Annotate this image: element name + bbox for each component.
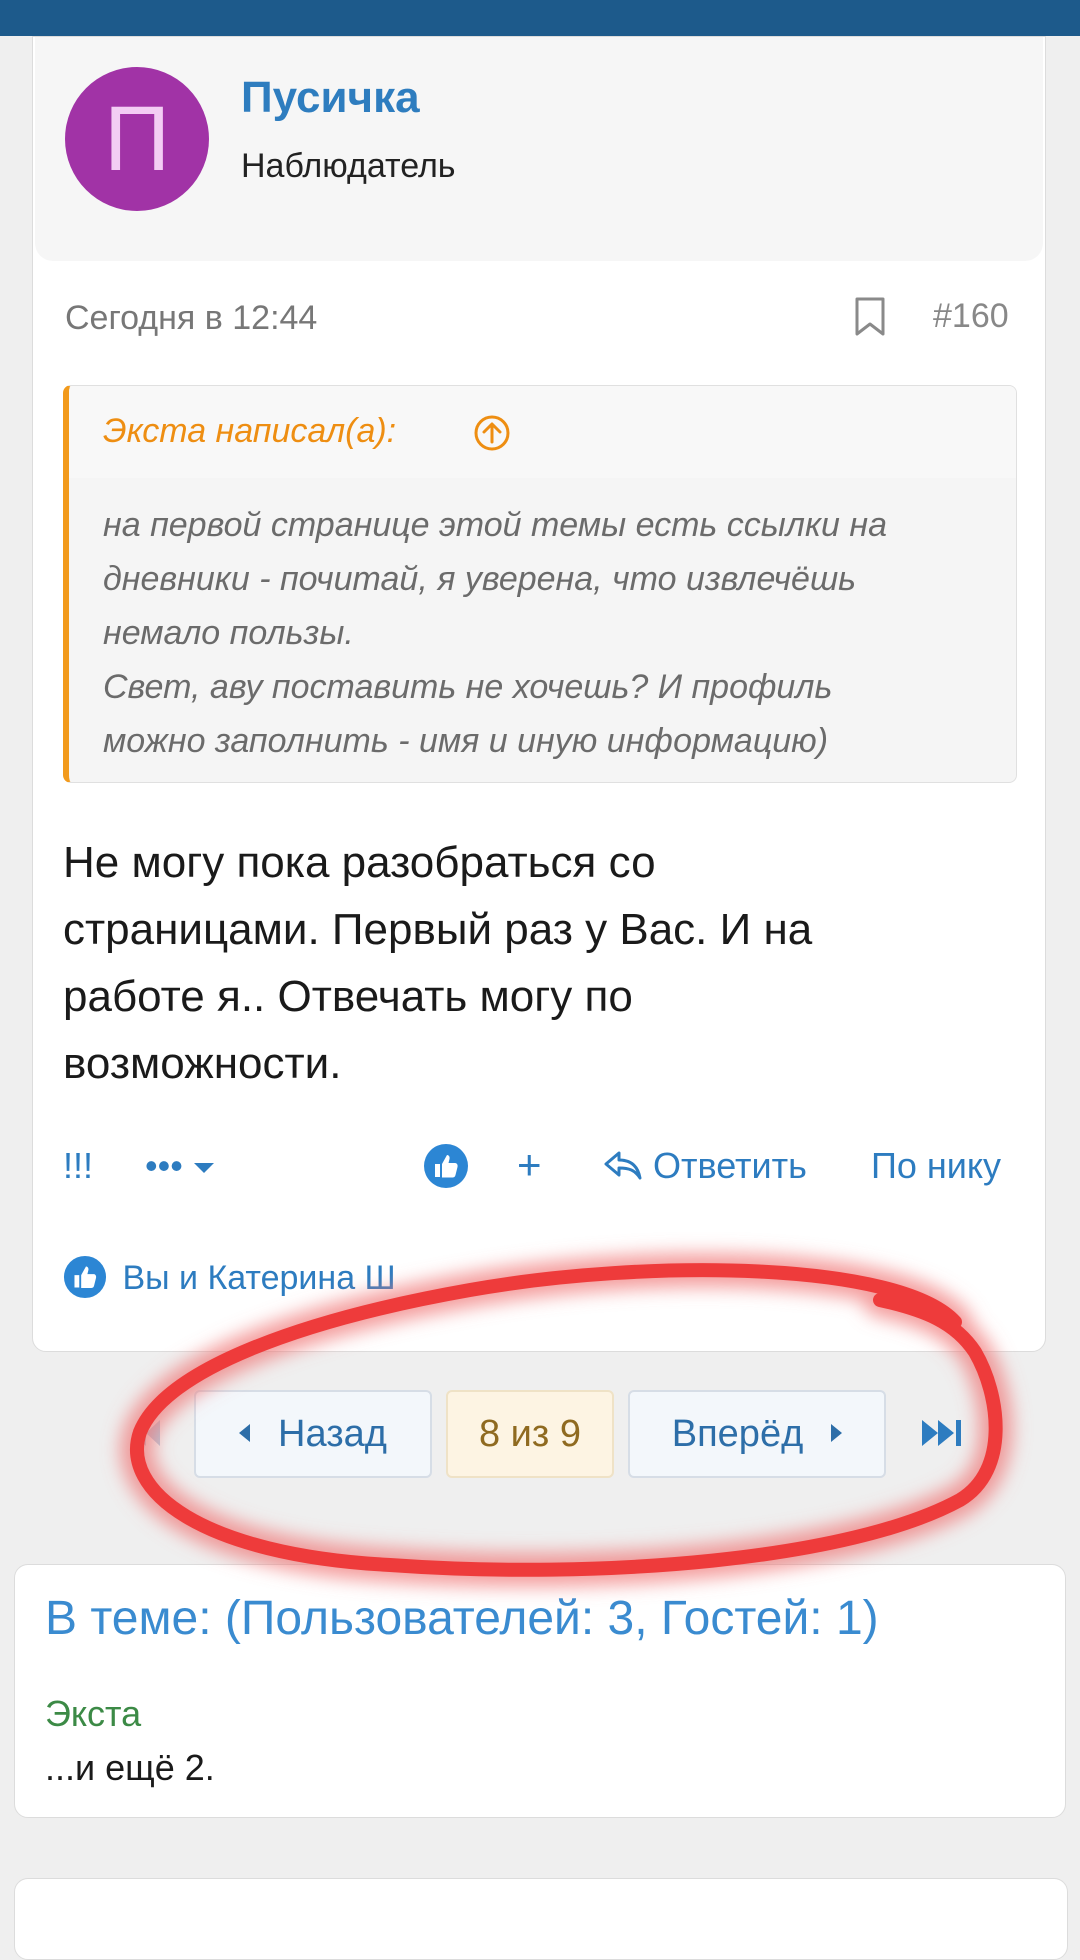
like-icon[interactable]: [423, 1143, 469, 1189]
last-page-icon[interactable]: [920, 1418, 966, 1448]
message-line: возможности.: [63, 1039, 342, 1088]
next-card: [14, 1878, 1068, 1960]
next-page-button[interactable]: Вперёд: [628, 1390, 886, 1478]
next-page-label: Вперёд: [671, 1413, 804, 1455]
quote-author[interactable]: Экста написал(а):: [103, 412, 396, 451]
quote-line: дневники - почитай, я уверена, что извле…: [103, 560, 857, 598]
online-users-title[interactable]: В теме: (Пользователей: 3, Гостей: 1): [45, 1591, 879, 1646]
quote-line: немало пользы.: [103, 614, 354, 652]
message-line: работе я.. Отвечать могу по: [63, 972, 633, 1021]
quote-line: Свет, аву поставить не хочешь? И профиль: [103, 668, 833, 706]
message-line: Не могу пока разобраться со: [63, 838, 656, 887]
online-user-link[interactable]: Экста: [45, 1693, 141, 1735]
quote-header: Экста написал(а):: [69, 386, 1016, 478]
caret-left-icon: [239, 1423, 251, 1442]
prev-page-button[interactable]: Назад: [194, 1390, 432, 1478]
caret-right-icon: [831, 1423, 843, 1442]
username[interactable]: Пусичка: [241, 73, 420, 123]
more-label: •••: [145, 1145, 183, 1186]
reply-icon: [604, 1151, 642, 1180]
avatar[interactable]: П: [65, 67, 209, 211]
post-actions: !!! ••• + Ответить По нику: [33, 1141, 1047, 1205]
prev-page-label: Назад: [278, 1413, 387, 1455]
top-bar: [0, 0, 1080, 36]
post-number[interactable]: #160: [933, 297, 1009, 336]
pagination: Назад 8 из 9 Вперёд: [0, 1390, 1080, 1482]
first-page-icon[interactable]: [128, 1418, 162, 1448]
reactions-text: Вы и Катерина Ш: [122, 1259, 396, 1297]
like-icon: [63, 1255, 107, 1299]
caret-down-icon: [193, 1163, 214, 1174]
current-page-indicator[interactable]: 8 из 9: [446, 1390, 614, 1478]
reactions-summary[interactable]: Вы и Катерина Ш: [63, 1255, 396, 1299]
by-nick-button[interactable]: По нику: [871, 1145, 1001, 1187]
post-date[interactable]: Сегодня в 12:44: [65, 299, 317, 338]
user-title: Наблюдатель: [241, 147, 456, 185]
reply-label: Ответить: [653, 1145, 807, 1186]
arrow-up-circle-icon[interactable]: [473, 414, 511, 452]
quote-line: можно заполнить - имя и иную информацию): [103, 722, 829, 760]
reply-button[interactable]: Ответить: [603, 1145, 807, 1187]
report-button[interactable]: !!!: [63, 1145, 93, 1187]
online-users-card: В теме: (Пользователей: 3, Гостей: 1) Эк…: [14, 1564, 1066, 1818]
message-line: страницами. Первый раз у Вас. И на: [63, 905, 813, 954]
post-card: П Пусичка Наблюдатель Сегодня в 12:44 #1…: [32, 36, 1046, 1352]
quote-text: на первой странице этой темы есть ссылки…: [69, 478, 1016, 768]
add-reaction-button[interactable]: +: [517, 1141, 542, 1189]
online-more-text: ...и ещё 2.: [45, 1747, 215, 1788]
bookmark-icon[interactable]: [853, 297, 887, 337]
quote-block: Экста написал(а): на первой странице это…: [63, 385, 1017, 783]
quote-line: на первой странице этой темы есть ссылки…: [103, 506, 887, 544]
more-menu-button[interactable]: •••: [145, 1145, 215, 1187]
post-message: Не могу пока разобраться со страницами. …: [63, 829, 963, 1097]
post-user-header: П Пусичка Наблюдатель: [35, 37, 1043, 261]
